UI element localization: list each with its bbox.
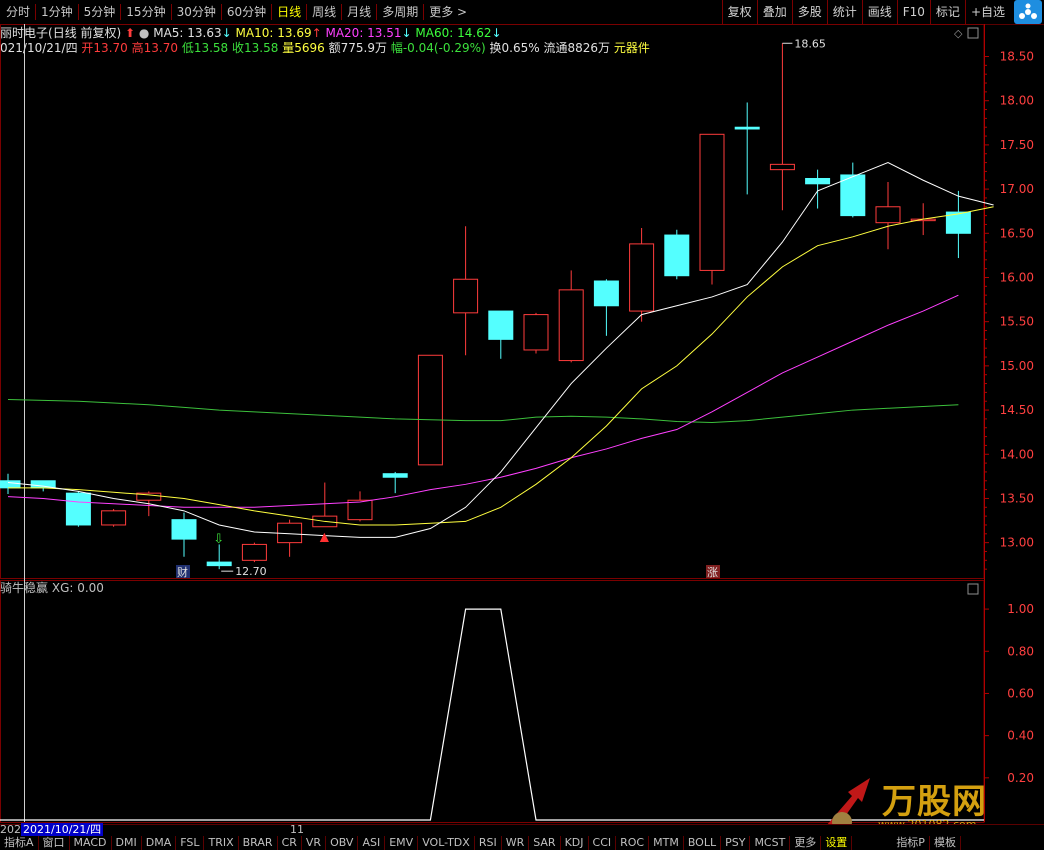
sub-indicator-info: 骑牛稳赢 XG: 0.00 [0, 580, 104, 596]
ma20-line [7, 294, 959, 508]
ma60-line [7, 398, 959, 423]
candle-body [875, 206, 901, 224]
indicator-right-tab-1[interactable]: 模板 [930, 836, 961, 850]
indicator-tab-3[interactable]: DMI [112, 836, 142, 850]
price-tick-label: 15.50 [1000, 315, 1034, 329]
indicator-tabs: 指标A 窗口 MACD DMI DMA FSL TRIX BRAR CR VR OBV ASI EMV V… [0, 836, 961, 850]
diamond-icon: ◇ [954, 27, 963, 40]
price-tick-label: 17.00 [1000, 182, 1034, 196]
indicator-tab-21[interactable]: BOLL [684, 836, 722, 850]
indicator-tab-10[interactable]: OBV [326, 836, 359, 850]
indicator-tab-4[interactable]: DMA [142, 836, 177, 850]
indicator-right-tab-0[interactable]: 指标P [892, 836, 930, 850]
watermark-title: 万股网 [882, 782, 987, 822]
sub-tick-label: 0.80 [1007, 644, 1034, 658]
indicator-tab-11[interactable]: ASI [358, 836, 386, 850]
indicator-tab-22[interactable]: PSY [721, 836, 751, 850]
candle-body [558, 289, 584, 362]
kline-chart[interactable]: 18.50 18.00 17.50 17.00 16.50 16.00 15.50 15.00… [0, 0, 1044, 846]
low-annotation: 12.70 [235, 565, 267, 578]
candle-body [241, 543, 267, 561]
indicator-tab-7[interactable]: BRAR [239, 836, 278, 850]
indicator-tab-15[interactable]: WR [502, 836, 530, 850]
price-tick-label: 18.00 [1000, 94, 1034, 108]
sub-tick-label: 0.60 [1007, 686, 1034, 700]
indicator-tab-6[interactable]: TRIX [204, 836, 239, 850]
selected-date: 2021/10/21/四 [21, 823, 104, 836]
candle-body [171, 519, 197, 540]
green-down-arrow-icon: ⇩ [213, 532, 224, 547]
indicator-tab-17[interactable]: KDJ [561, 836, 589, 850]
date-bar: 202 2021/10/21/四 11 [0, 823, 304, 837]
indicator-tab-24[interactable]: 更多 [790, 836, 822, 850]
candle-body [382, 473, 408, 478]
indicator-tab-25[interactable]: 设置 [821, 836, 853, 850]
price-tick-label: 13.50 [1000, 491, 1034, 505]
candle-body [699, 133, 725, 271]
indicator-tab-1[interactable]: 窗口 [39, 836, 70, 850]
candle-body [488, 310, 514, 340]
sub-tick-label: 1.00 [1007, 602, 1034, 616]
indicator-tab-16[interactable]: SAR [529, 836, 561, 850]
indicator-tab-18[interactable]: CCI [589, 836, 617, 850]
price-tick-label: 14.50 [1000, 403, 1034, 417]
candle-body [417, 354, 443, 466]
candle-body [593, 280, 619, 307]
indicator-tab-20[interactable]: MTM [649, 836, 684, 850]
candle-body [206, 561, 232, 567]
indicator-tab-9[interactable]: VR [302, 836, 327, 850]
indicator-tab-13[interactable]: VOL-TDX [418, 836, 475, 850]
candle-body [769, 163, 795, 171]
month-mark: 11 [290, 823, 304, 836]
candle-body [65, 492, 91, 526]
indicator-tab-0[interactable]: 指标A [0, 836, 39, 850]
candle-body [30, 480, 56, 489]
price-tick-label: 15.00 [1000, 359, 1034, 373]
candle-body [453, 278, 479, 314]
indicator-tab-12[interactable]: EMV [385, 836, 419, 850]
price-tick-label: 18.50 [1000, 50, 1034, 64]
buy-arrow-icon: ▲ [320, 530, 330, 544]
price-tick-label: 16.00 [1000, 270, 1034, 284]
indicator-tab-19[interactable]: ROC [616, 836, 650, 850]
candle-body [805, 177, 831, 185]
candle-body [840, 174, 866, 217]
sub-indicator-xg: XG: 0.00 [51, 581, 104, 595]
sub-maximize-icon [967, 583, 979, 595]
price-tick-label: 13.00 [1000, 536, 1034, 550]
year-prefix: 202 [0, 823, 21, 836]
candle-body [101, 510, 127, 526]
candle-body [0, 480, 21, 489]
maximize-icon [967, 27, 979, 39]
sub-tick-label: 0.40 [1007, 729, 1034, 743]
price-tick-label: 17.50 [1000, 138, 1034, 152]
candle-body [347, 499, 373, 521]
indicator-tab-8[interactable]: CR [278, 836, 302, 850]
candle-body [629, 243, 655, 312]
high-annotation: 18.65 [794, 37, 826, 50]
indicator-tab-2[interactable]: MACD [70, 836, 112, 850]
candle-body [734, 126, 760, 130]
indicator-tab-5[interactable]: FSL [176, 836, 205, 850]
candle-body [523, 314, 549, 351]
price-tick-label: 16.50 [1000, 226, 1034, 240]
indicator-tab-23[interactable]: MCST [750, 836, 791, 850]
sub-indicator-title: 骑牛稳赢 [0, 581, 49, 595]
price-tick-label: 14.00 [1000, 447, 1034, 461]
badge-cai: 财 [177, 565, 188, 579]
indicator-tab-14[interactable]: RSI [475, 836, 502, 850]
badge-zhang: 涨 [707, 566, 718, 579]
candle-body [664, 234, 690, 277]
